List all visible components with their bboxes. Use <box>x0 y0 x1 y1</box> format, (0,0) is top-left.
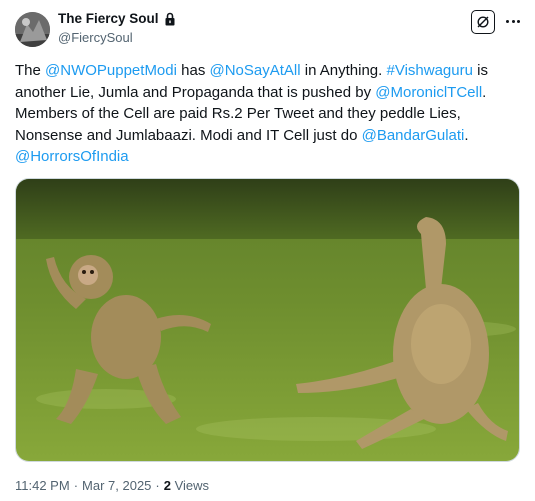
tweet-date[interactable]: Mar 7, 2025 <box>82 478 151 493</box>
tweet-meta: 11:42 PM · Mar 7, 2025 · 2 Views <box>15 478 209 493</box>
avatar-photo <box>15 12 50 47</box>
tweet-link[interactable]: @MoroniclTCell <box>375 84 482 101</box>
tweet-link[interactable]: @BandarGulati <box>362 127 465 144</box>
meta-separator: · <box>155 478 160 493</box>
tweet-link[interactable]: @NoSayAtAll <box>210 62 301 79</box>
photo-two-monkeys-on-grass <box>16 179 519 461</box>
more-options-button[interactable] <box>504 12 522 30</box>
tweet-link[interactable]: #Vishwaguru <box>387 62 473 79</box>
avatar[interactable] <box>15 12 50 47</box>
author-display-name[interactable]: The Fiercy Soul <box>58 11 159 26</box>
views-label: Views <box>174 478 210 493</box>
meta-separator: · <box>73 478 79 493</box>
tweet-text-segment: . <box>464 126 469 144</box>
tweet-link[interactable]: @NWOPuppetModi <box>45 62 177 79</box>
tweet-text: The @NWOPuppetModi has @NoSayAtAll in An… <box>15 60 520 168</box>
tweet-text-segment: in Anything. <box>300 62 387 79</box>
tweet-media-photo[interactable] <box>15 178 520 462</box>
more-options-dot <box>511 19 515 23</box>
tweet-text-segment: The <box>15 62 46 79</box>
lock-icon <box>164 12 176 26</box>
grok-button[interactable] <box>471 10 495 34</box>
more-options-icon <box>506 19 509 23</box>
tweet-time[interactable]: 11:42 PM <box>15 478 70 493</box>
author-handle[interactable]: @FiercySoul <box>58 30 133 45</box>
views-count: 2 <box>163 478 171 493</box>
grok-icon <box>477 16 489 28</box>
views-count-group[interactable]: 2 Views <box>164 478 209 493</box>
author-name-row: The Fiercy Soul <box>58 11 176 26</box>
tweet-link[interactable]: @HorrorsOfIndia <box>15 148 129 165</box>
tweet-text-segment: has <box>176 62 210 79</box>
more-options-dot <box>517 19 520 23</box>
